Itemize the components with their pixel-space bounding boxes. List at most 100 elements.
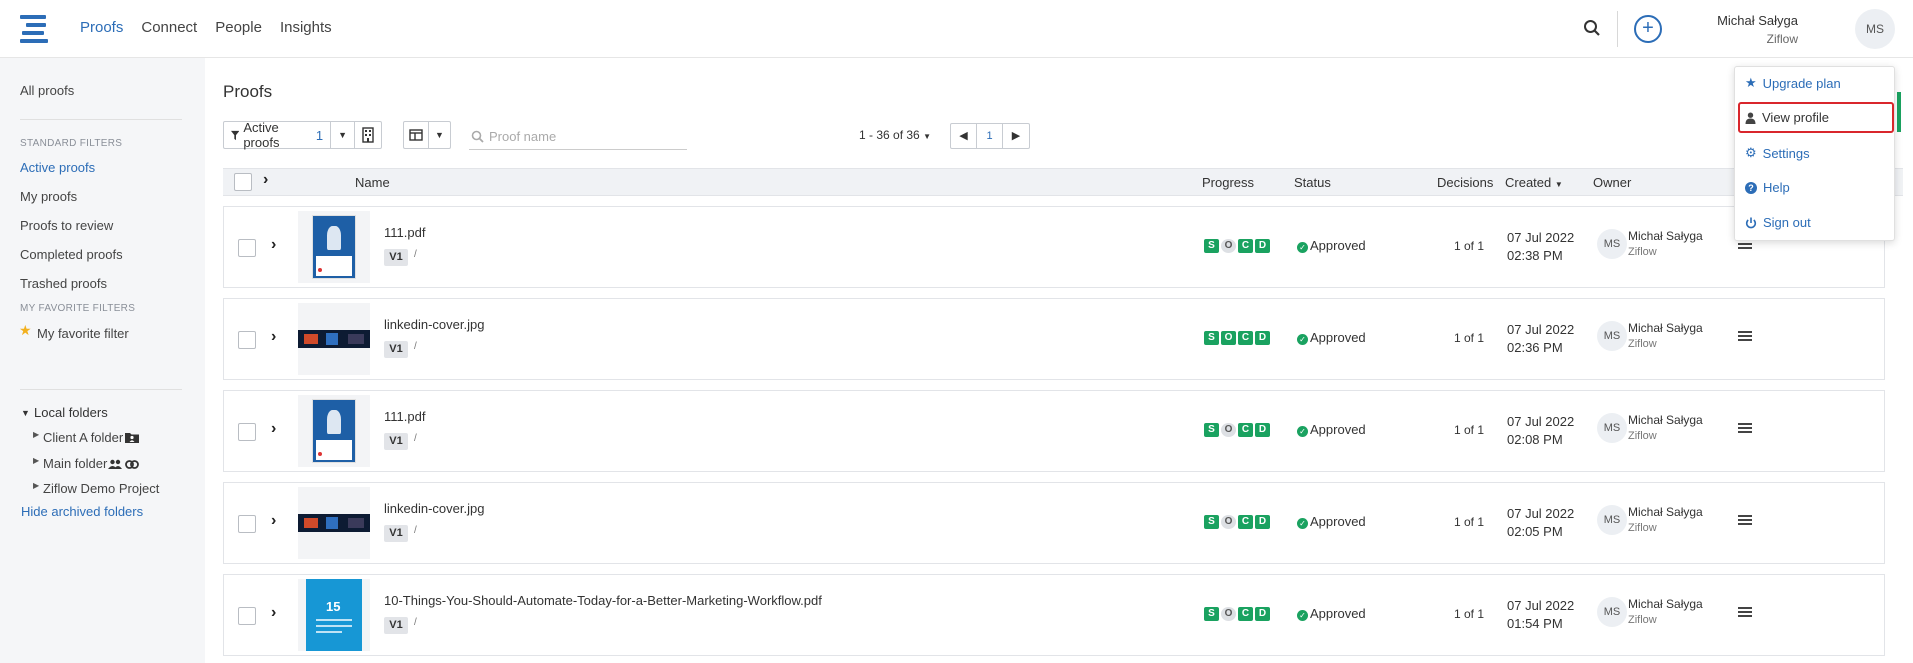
filter-dropdown-button[interactable]: ▼ [331,122,355,148]
create-proof-button[interactable]: + [1634,15,1662,43]
filter-my-favorite[interactable]: My favorite filter [37,326,129,341]
proof-thumbnail[interactable]: 15 [298,579,370,651]
proof-thumbnail[interactable] [298,395,370,467]
col-progress[interactable]: Progress [1202,175,1254,190]
current-page[interactable]: 1 [977,124,1003,148]
caret-right-icon[interactable]: ▶ [33,456,39,465]
proof-thumbnail[interactable] [298,303,370,375]
hide-archived-folders-link[interactable]: Hide archived folders [21,504,143,519]
col-owner[interactable]: Owner [1593,175,1631,190]
expand-all-icon[interactable]: › [263,171,268,189]
proof-search-input[interactable]: Proof name [469,124,687,150]
proof-name[interactable]: 10-Things-You-Should-Automate-Today-for-… [384,593,822,608]
row-checkbox[interactable] [238,239,256,257]
menu-settings[interactable]: ⚙ Settings [1745,145,1810,161]
view-dropdown-button[interactable]: ▼ [429,122,450,148]
table-row[interactable]: › 111.pdf V1 / SOCD ✓ Approved 1 of 1 07 … [223,390,1885,472]
proof-name[interactable]: 111.pdf [384,409,425,424]
decisions-count: 1 of 1 [1454,331,1485,345]
building-button[interactable] [355,122,381,148]
status-label: Approved [1310,422,1366,437]
filter-selector[interactable]: Active proofs 1 ▼ [223,120,382,150]
col-name[interactable]: Name [355,175,390,190]
sidebar-all-proofs[interactable]: All proofs [20,83,74,98]
created-date: 07 Jul 2022 [1507,230,1575,245]
local-folders-heading[interactable]: Local folders [34,405,108,420]
row-menu-icon[interactable] [1738,423,1752,435]
view-layout-button[interactable] [404,122,429,148]
version-badge[interactable]: V1 [384,341,408,358]
view-selector[interactable]: ▼ [403,121,451,149]
expand-row-icon[interactable]: › [271,420,276,438]
table-row[interactable]: › linkedin-cover.jpg V1 / SOCD ✓ Approved… [223,482,1885,564]
select-all-checkbox[interactable] [234,173,252,191]
version-badge[interactable]: V1 [384,433,408,450]
version-separator: / [414,249,417,260]
filter-my-proofs[interactable]: My proofs [20,189,77,204]
filter-button[interactable]: Active proofs 1 [224,120,332,150]
menu-sign-out[interactable]: Sign out [1745,215,1811,230]
table-row[interactable]: › 111.pdf V1 / SOCD ✓ Approved 1 of 1 07 … [223,206,1885,288]
caret-right-icon[interactable]: ▶ [33,430,39,439]
caret-right-icon[interactable]: ▶ [33,481,39,490]
proof-thumbnail[interactable] [298,211,370,283]
user-avatar[interactable]: MS [1855,9,1895,49]
col-created-label: Created [1505,175,1552,190]
filter-proofs-to-review[interactable]: Proofs to review [20,218,113,233]
sidebar: All proofs STANDARD FILTERS Active proof… [0,58,205,663]
menu-view-profile[interactable]: View profile [1745,110,1829,125]
nav-insights[interactable]: Insights [280,19,332,36]
menu-help-label: Help [1763,180,1790,195]
proof-thumbnail[interactable] [298,487,370,559]
expand-row-icon[interactable]: › [271,236,276,254]
nav-proofs[interactable]: Proofs [80,19,123,36]
version-badge[interactable]: V1 [384,249,408,266]
caret-down-icon[interactable]: ▼ [21,408,30,418]
col-created[interactable]: Created ▼ [1505,175,1563,190]
row-menu-icon[interactable] [1738,331,1752,343]
check-icon: ✓ [1297,334,1308,345]
col-status[interactable]: Status [1294,175,1331,190]
proof-name[interactable]: linkedin-cover.jpg [384,317,484,332]
ziflow-logo[interactable] [20,15,48,43]
divider [20,119,182,120]
progress-step: S [1204,423,1219,437]
folder-client-a[interactable]: Client A folder [43,430,123,445]
user-name[interactable]: Michał Sałyga [1717,13,1798,28]
expand-row-icon[interactable]: › [271,328,276,346]
menu-upgrade-plan[interactable]: ★ Upgrade plan [1745,75,1841,91]
search-icon[interactable] [1583,19,1601,37]
row-menu-icon[interactable] [1738,607,1752,619]
col-decisions[interactable]: Decisions [1437,175,1493,190]
prev-page-button[interactable]: ◀ [951,124,977,148]
table-row[interactable]: › linkedin-cover.jpg V1 / SOCD ✓ Approved… [223,298,1885,380]
progress-step: C [1238,607,1253,621]
table-row[interactable]: › 15 10-Things-You-Should-Automate-Today… [223,574,1885,656]
nav-connect[interactable]: Connect [141,19,197,36]
folder-main[interactable]: Main folder [43,456,107,471]
row-checkbox[interactable] [238,423,256,441]
top-bar: Proofs Connect People Insights + Michał … [0,0,1913,58]
filter-completed-proofs[interactable]: Completed proofs [20,247,123,262]
owner-avatar: MS [1597,597,1627,627]
nav-people[interactable]: People [215,19,262,36]
filter-trashed-proofs[interactable]: Trashed proofs [20,276,107,291]
main-content: Proofs Active proofs 1 ▼ ▼ Proof name 1 … [205,58,1913,663]
expand-row-icon[interactable]: › [271,604,276,622]
user-org[interactable]: Ziflow [1767,32,1798,46]
row-checkbox[interactable] [238,515,256,533]
caret-down-icon: ▼ [435,130,444,140]
row-menu-icon[interactable] [1738,515,1752,527]
proof-name[interactable]: linkedin-cover.jpg [384,501,484,516]
version-badge[interactable]: V1 [384,525,408,542]
pager-range[interactable]: 1 - 36 of 36 ▼ [859,128,931,142]
row-checkbox[interactable] [238,331,256,349]
next-page-button[interactable]: ▶ [1003,124,1029,148]
menu-help[interactable]: ? Help [1745,180,1790,195]
filter-active-proofs[interactable]: Active proofs [20,160,95,175]
expand-row-icon[interactable]: › [271,512,276,530]
version-badge[interactable]: V1 [384,617,408,634]
folder-ziflow-demo[interactable]: Ziflow Demo Project [43,481,159,496]
proof-name[interactable]: 111.pdf [384,225,425,240]
row-checkbox[interactable] [238,607,256,625]
